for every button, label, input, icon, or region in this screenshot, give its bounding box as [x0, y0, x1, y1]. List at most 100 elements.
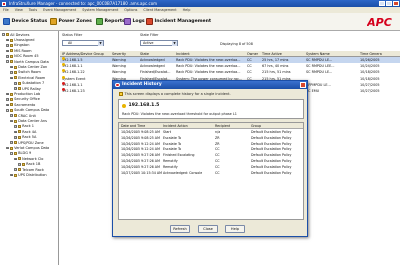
expand-icon[interactable]: + — [10, 71, 13, 74]
incident-management-button[interactable]: Incident Management — [146, 17, 211, 26]
state-filter-label: State Filter — [140, 33, 159, 37]
table-cell: Warning — [112, 58, 126, 62]
menu-item[interactable]: System Management — [82, 8, 118, 12]
table-cell: CC — [215, 170, 220, 175]
table-row[interactable]: 192.168.1.5 Warning Acknowledged Rack PDU: … — [60, 57, 400, 63]
incident-history-dialog: Incident History This screen displays a … — [112, 80, 308, 237]
device-status-button[interactable]: Device Status — [3, 17, 47, 26]
menu-item[interactable]: File — [3, 8, 9, 12]
collapse-icon[interactable]: − — [6, 146, 9, 150]
table-cell: Default Escalation Policy — [251, 147, 292, 152]
logs-button[interactable]: Logs — [124, 17, 145, 26]
tree-item-label: Rack 5A — [22, 135, 37, 140]
power-zones-button[interactable]: Power Zones — [50, 17, 92, 26]
tree-item-label: BLDG 9 — [18, 151, 32, 156]
table-row[interactable]: 10/27/2005 10:15:34 AM Acknowledged: Cons… — [119, 171, 303, 177]
expand-icon[interactable]: + — [14, 157, 17, 161]
menu-item[interactable]: Help — [183, 8, 191, 12]
menu-item[interactable]: Client Management — [143, 8, 176, 12]
table-row[interactable]: 10/26/2005 9:27:26 AM Finished Escalating… — [119, 153, 303, 159]
column-header[interactable]: Date and Time — [121, 123, 145, 129]
expand-icon[interactable]: + — [10, 141, 13, 144]
folder-icon — [9, 43, 13, 47]
table-cell: SC RMPDU LEE... — [306, 64, 335, 69]
folder-icon — [17, 135, 21, 139]
folder-icon — [13, 141, 17, 145]
tree-item-label: MIS Room — [14, 48, 32, 53]
expand-icon[interactable]: + — [6, 92, 9, 96]
expand-icon[interactable]: + — [14, 135, 17, 139]
expand-icon[interactable]: + — [18, 162, 21, 166]
menu-item[interactable]: Event Management — [43, 8, 76, 12]
collapse-icon[interactable]: − — [6, 108, 9, 112]
table-cell: 10/26/2005 9:27:26 AM — [121, 159, 160, 163]
refresh-button[interactable]: Refresh — [170, 225, 190, 233]
table-row[interactable]: 10/26/2005 9:08:25 AM Escalate To ZR Defaul… — [119, 136, 303, 142]
expand-icon[interactable]: + — [6, 54, 9, 58]
table-cell-ip: 192.168.1.1 — [62, 81, 111, 88]
minimize-icon[interactable] — [379, 0, 385, 6]
expand-icon[interactable]: + — [14, 125, 17, 128]
table-cell: 10/26/2005 9:12:24 AM — [121, 141, 160, 146]
table-cell: Remotify — [163, 164, 178, 169]
table-cell: Rack PDU: Violates the near-overloa... — [176, 64, 241, 69]
toolbar: Device Status Power Zones Reports Logs I… — [0, 13, 400, 31]
table-cell: Escalate To — [163, 141, 182, 146]
expand-icon[interactable]: + — [6, 49, 9, 53]
collapse-icon[interactable]: − — [10, 119, 13, 123]
table-cell: 10/27/2005 — [360, 89, 380, 93]
expand-icon[interactable]: + — [14, 168, 17, 171]
tree-item-label: Data Center Zon — [18, 65, 48, 70]
table-cell: Warning — [112, 64, 126, 69]
maximize-icon[interactable] — [386, 0, 392, 6]
collapse-icon[interactable]: − — [10, 152, 13, 155]
column-header[interactable]: Recipient — [215, 123, 230, 129]
tree-item-label: All Devices — [10, 32, 30, 37]
close-button[interactable]: Close — [198, 225, 218, 233]
expand-icon[interactable]: + — [6, 98, 9, 101]
table-cell: ZR — [215, 141, 220, 146]
table-row[interactable]: 10/26/2005 9:08:25 AM Start n/a Default Esc… — [119, 130, 303, 136]
table-row[interactable]: 10/26/2005 9:27:26 AM Remotify CC Default E… — [119, 159, 303, 165]
expand-icon[interactable]: + — [10, 173, 13, 177]
column-header[interactable]: Incident Action — [163, 123, 188, 129]
table-cell: Default Escalation Policy — [251, 130, 292, 134]
expand-icon[interactable]: + — [6, 38, 9, 42]
menu-item[interactable]: Options — [124, 8, 137, 12]
table-cell-text: 192.168.1.1 — [62, 64, 83, 69]
table-cell: SC EMU — [306, 89, 320, 93]
collapse-icon[interactable]: − — [2, 33, 5, 36]
table-cell: 10/26/2005 9:12:24 AM — [121, 147, 160, 152]
table-row[interactable]: 10/26/2005 9:12:24 AM Escalate To CC Defaul… — [119, 147, 303, 153]
status-filter-select[interactable]: All ▼ — [62, 40, 104, 47]
table-cell: 10/26/2005 9:27:26 AM — [121, 153, 160, 158]
expand-icon[interactable]: + — [14, 130, 17, 134]
expand-icon[interactable]: + — [14, 87, 17, 90]
column-header[interactable]: Group — [251, 123, 261, 129]
expand-icon[interactable]: + — [6, 103, 9, 107]
tree-item[interactable]: + UPS Distribution — [10, 172, 47, 177]
expand-icon[interactable]: + — [6, 44, 9, 47]
folder-icon — [13, 76, 17, 80]
table-row[interactable]: 10/26/2005 9:12:24 AM Escalate To ZR Defaul… — [119, 142, 303, 148]
reports-button[interactable]: Reports — [96, 17, 125, 26]
close-icon[interactable] — [393, 0, 399, 6]
table-row[interactable]: 192.168.1.1 Warning Acknowledged Rack PDU: … — [60, 63, 400, 69]
expand-icon[interactable]: + — [14, 81, 17, 85]
expand-icon[interactable]: + — [10, 76, 13, 80]
table-row[interactable]: 192.168.1.22 Warning Finished/Escalat... Ra… — [60, 69, 400, 75]
dialog-info-text: This screen displays a complete history … — [124, 92, 231, 96]
table-row[interactable]: 10/26/2005 9:27:26 AM Remotify CC Default E… — [119, 165, 303, 171]
menu-item[interactable]: View — [15, 8, 23, 12]
table-cell: Escalate To — [163, 135, 182, 140]
state-filter-select[interactable]: Active ▼ — [140, 40, 178, 47]
folder-icon — [9, 103, 13, 107]
collapse-icon[interactable]: − — [6, 60, 9, 63]
menu-item[interactable]: Tools — [29, 8, 37, 12]
severity-icon — [62, 75, 65, 79]
expand-icon[interactable]: + — [10, 65, 13, 69]
table-cell-ip: 192.168.1.22 — [62, 69, 111, 75]
expand-icon[interactable]: + — [10, 114, 13, 117]
help-button[interactable]: Help — [225, 225, 245, 233]
close-icon[interactable] — [299, 82, 306, 88]
